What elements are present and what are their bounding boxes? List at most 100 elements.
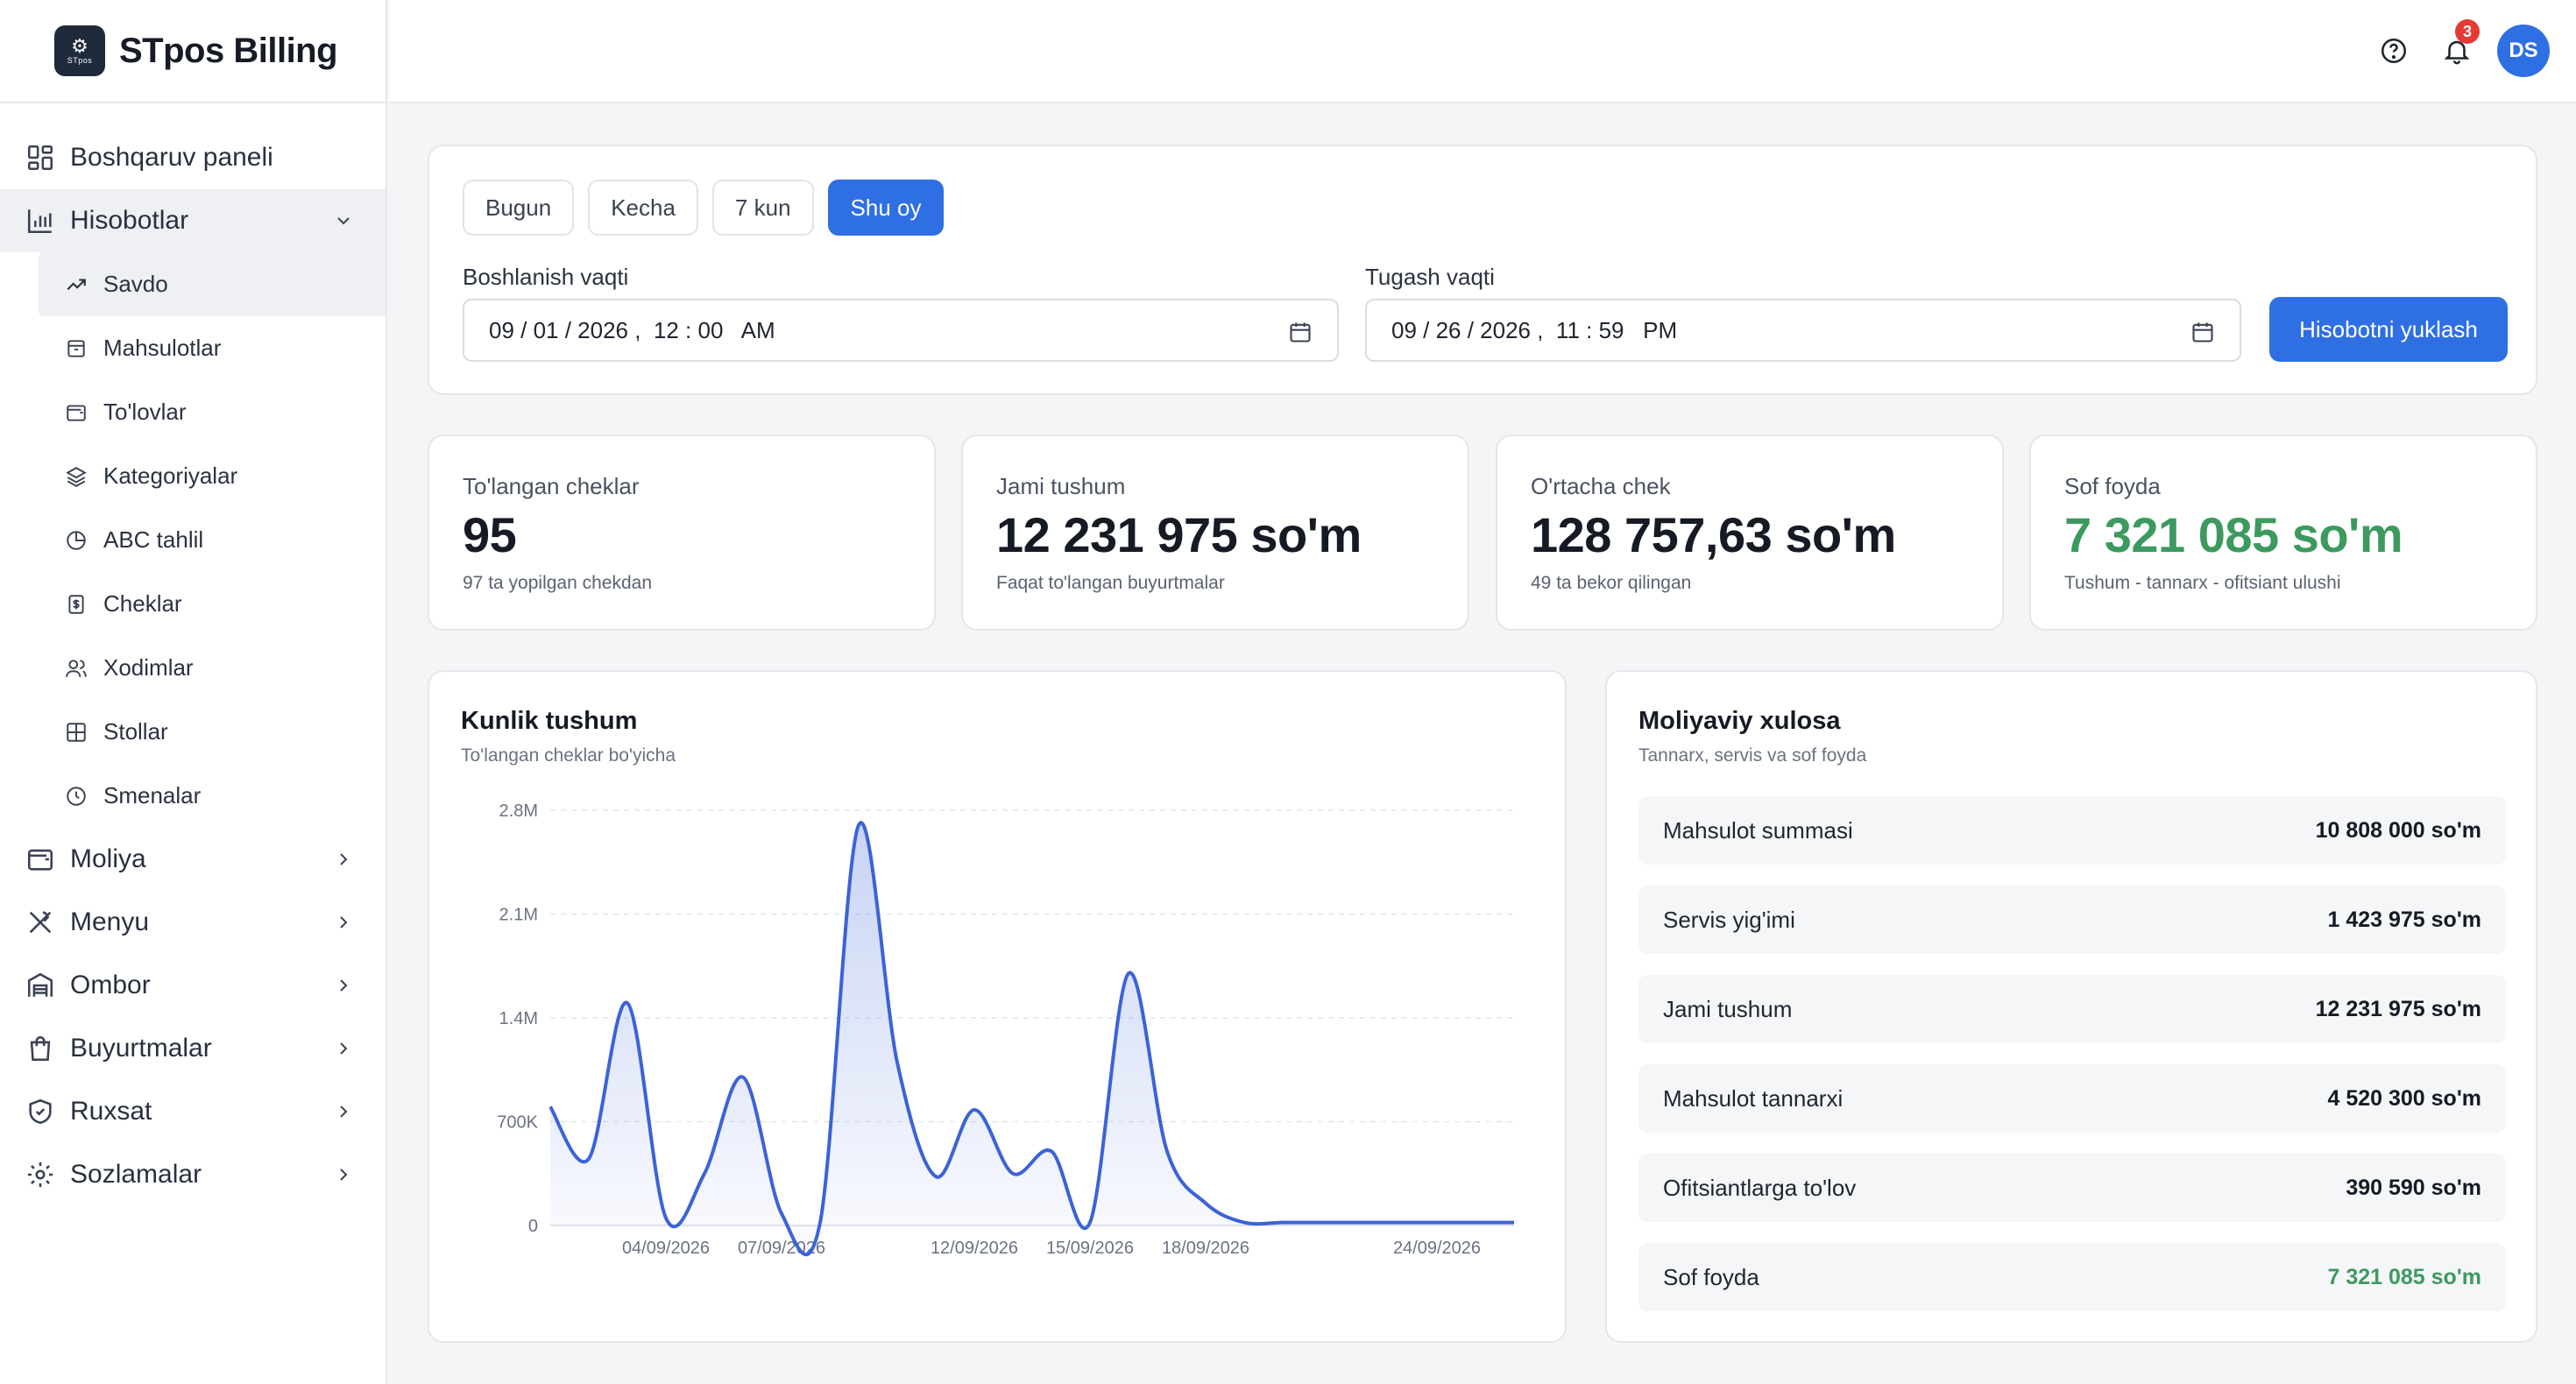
data-point-15/09/2026[interactable]: [1083, 1216, 1097, 1230]
data-point-11/09/2026[interactable]: [929, 1169, 943, 1183]
data-point-08/09/2026[interactable]: [813, 1216, 827, 1230]
data-point-06/09/2026[interactable]: [736, 1070, 750, 1084]
wallet-icon: [25, 844, 56, 875]
finance-row: Mahsulot tannarxi 4 520 300 so'm: [1638, 1064, 2506, 1133]
data-point-22/09/2026[interactable]: [1353, 1216, 1367, 1230]
data-point-14/09/2026[interactable]: [1044, 1144, 1058, 1158]
sidebar-subitem-stollar[interactable]: Stollar: [39, 700, 386, 764]
help-button[interactable]: [2367, 25, 2420, 77]
sidebar-item-menyu[interactable]: Menyu: [0, 891, 386, 954]
stat-note: 49 ta bekor qilingan: [1531, 573, 1692, 593]
finance-row-value: 10 808 000 so'm: [2315, 817, 2481, 843]
data-point-21/09/2026[interactable]: [1314, 1216, 1328, 1230]
data-point-18/09/2026[interactable]: [1199, 1197, 1213, 1211]
notifications-button[interactable]: 3: [2431, 19, 2483, 77]
brand[interactable]: ⚙ STpos STpos Billing: [0, 0, 386, 103]
sidebar-nav: Boshqaruv paneli Hisobotlar Savdo Mahsul…: [0, 103, 386, 1206]
finance-row-value: 1 423 975 so'm: [2327, 907, 2481, 932]
sidebar-subitem-label: Mahsulotlar: [103, 335, 222, 361]
stat-label: Jami tushum: [996, 473, 1126, 499]
sidebar-subitem-xodimlar[interactable]: Xodimlar: [39, 636, 386, 700]
sidebar-subitem-abc-tahlil[interactable]: ABC tahlil: [39, 508, 386, 572]
sidebar-item-moliya[interactable]: Moliya: [0, 828, 386, 891]
sidebar-subitem-label: Smenalar: [103, 782, 202, 809]
sidebar-item-label: Ombor: [70, 971, 151, 999]
data-point-17/09/2026[interactable]: [1160, 1144, 1174, 1158]
data-point-25/09/2026[interactable]: [1468, 1216, 1483, 1230]
data-point-20/09/2026[interactable]: [1276, 1216, 1290, 1230]
data-point-09/09/2026[interactable]: [852, 818, 866, 832]
chevron-right-icon: [340, 916, 348, 929]
finance-row: Mahsulot summasi 10 808 000 so'm: [1638, 796, 2506, 865]
quick-range-shu-oy[interactable]: Shu oy: [827, 180, 945, 236]
quick-range-bugun[interactable]: Bugun: [463, 180, 575, 236]
data-point-19/09/2026[interactable]: [1237, 1216, 1251, 1230]
load-report-button[interactable]: Hisobotni yuklash: [2269, 297, 2508, 362]
data-point-04/09/2026[interactable]: [659, 1211, 673, 1225]
warehouse-icon: [25, 970, 56, 1001]
avatar[interactable]: DS: [2497, 25, 2550, 77]
quick-range-buttons: Bugun Kecha 7 kun Shu oy: [463, 180, 958, 236]
end-date-input[interactable]: 09 / 26 / 2026 , 11 : 59 PM: [1365, 299, 2241, 362]
stat-value: 128 757,63 so'm: [1531, 507, 1896, 562]
sidebar-subitem-smenalar[interactable]: Smenalar: [39, 764, 386, 828]
quick-range-kecha[interactable]: Kecha: [588, 180, 698, 236]
x-tick-label: 12/09/2026: [931, 1239, 1018, 1258]
notification-badge: 3: [2455, 19, 2480, 44]
bar-chart-icon: [25, 205, 56, 237]
sidebar-item-label: Buyurtmalar: [70, 1034, 212, 1063]
end-date-label: Tugash vaqti: [1365, 264, 1495, 290]
sidebar-subitem-label: Cheklar: [103, 590, 182, 617]
stat-note: 97 ta yopilgan chekdan: [463, 573, 652, 593]
sidebar-item-sozlamalar[interactable]: Sozlamalar: [0, 1143, 386, 1206]
sidebar-item-buyurtmalar[interactable]: Buyurtmalar: [0, 1017, 386, 1080]
sidebar: ⚙ STpos STpos Billing Boshqaruv paneli H…: [0, 0, 387, 1384]
sidebar-subitem-savdo[interactable]: Savdo: [39, 252, 386, 316]
data-point-03/09/2026[interactable]: [620, 996, 634, 1010]
start-date-label: Boshlanish vaqti: [463, 264, 629, 290]
layers-icon: [63, 463, 89, 490]
sidebar-item-label: Boshqaruv paneli: [70, 143, 273, 172]
data-point-02/09/2026[interactable]: [582, 1152, 596, 1166]
data-point-26/09/2026[interactable]: [1507, 1216, 1521, 1230]
data-point-24/09/2026[interactable]: [1430, 1216, 1444, 1230]
calendar-icon[interactable]: [1288, 320, 1313, 344]
finance-row-label: Mahsulot summasi: [1663, 816, 1853, 844]
quick-range-7-kun[interactable]: 7 kun: [711, 180, 814, 236]
sidebar-subitem-label: Kategoriyalar: [103, 463, 238, 489]
sidebar-item-boshqaruv-paneli[interactable]: Boshqaruv paneli: [0, 126, 386, 189]
finance-row-label: Servis yig'imi: [1663, 906, 1795, 933]
stat-value: 7 321 085 so'm: [2064, 507, 2403, 562]
trending-up-icon: [63, 272, 89, 298]
clock-icon: [63, 783, 89, 809]
sidebar-item-ruxsat[interactable]: Ruxsat: [0, 1080, 386, 1143]
sidebar-subitem-mahsulotlar[interactable]: Mahsulotlar: [39, 316, 386, 380]
data-point-12/09/2026[interactable]: [967, 1103, 981, 1117]
sidebar-subitem-kategoriyalar[interactable]: Kategoriyalar: [39, 444, 386, 508]
chevron-right-icon: [340, 1105, 348, 1118]
chevron-right-icon: [340, 979, 348, 992]
data-point-23/09/2026[interactable]: [1391, 1216, 1405, 1230]
sidebar-subitem-tolovlar[interactable]: To'lovlar: [39, 380, 386, 444]
sidebar-item-hisobotlar[interactable]: Hisobotlar: [0, 189, 386, 252]
start-date-input[interactable]: 09 / 01 / 2026 , 12 : 00 AM: [463, 299, 1339, 362]
chevron-right-icon: [340, 1169, 348, 1181]
finance-row-value: 4 520 300 so'm: [2327, 1085, 2481, 1111]
data-point-07/09/2026[interactable]: [775, 1206, 789, 1220]
data-point-13/09/2026[interactable]: [1006, 1167, 1020, 1181]
sidebar-subitem-label: Xodimlar: [103, 654, 194, 681]
calendar-icon[interactable]: [2190, 320, 2215, 344]
sidebar-item-ombor[interactable]: Ombor: [0, 954, 386, 1017]
pie-chart-icon: [63, 527, 89, 554]
dashboard-icon: [25, 142, 56, 173]
sidebar-subitem-cheklar[interactable]: Cheklar: [39, 572, 386, 636]
data-point-16/09/2026[interactable]: [1122, 966, 1136, 980]
data-point-01/09/2026[interactable]: [543, 1100, 557, 1114]
sidebar-subitem-label: Savdo: [103, 271, 168, 297]
data-point-10/09/2026[interactable]: [890, 1056, 904, 1070]
date-filter-card: Bugun Kecha 7 kun Shu oy Boshlanish vaqt…: [428, 145, 2537, 395]
package-icon: [63, 335, 89, 362]
data-point-05/09/2026[interactable]: [697, 1167, 711, 1181]
finance-title: Moliyaviy xulosa: [1638, 707, 1841, 735]
financial-summary-card: Moliyaviy xulosa Tannarx, servis va sof …: [1605, 670, 2537, 1343]
